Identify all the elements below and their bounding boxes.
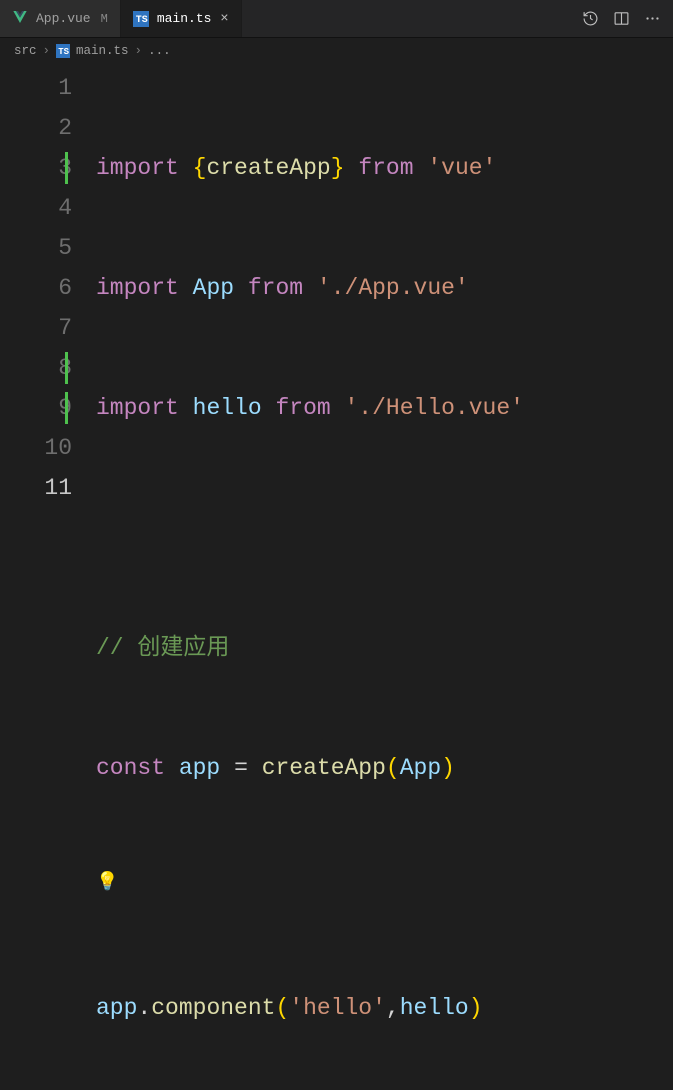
close-icon[interactable]: × [219, 12, 229, 26]
code-area[interactable]: import {createApp} from 'vue' import App… [96, 68, 673, 1090]
chevron-right-icon: › [135, 44, 143, 58]
tab-title: main.ts [157, 11, 212, 26]
breadcrumb-tail[interactable]: ... [148, 44, 171, 58]
tab-title: App.vue [36, 11, 91, 26]
chevron-right-icon: › [43, 44, 51, 58]
code-line[interactable]: app.component('hello',hello) [96, 988, 673, 1028]
line-number: 10 [0, 428, 72, 468]
breadcrumb-root[interactable]: src [14, 44, 37, 58]
modified-bar-icon [65, 392, 68, 424]
line-number-gutter: 1 2 3 4 5 6 7 8 9 10 11 [0, 68, 96, 1090]
line-number: 8 [0, 348, 72, 388]
split-editor-icon[interactable] [613, 10, 630, 27]
history-icon[interactable] [582, 10, 599, 27]
more-icon[interactable] [644, 10, 661, 27]
modified-bar-icon [65, 152, 68, 184]
breadcrumb-file[interactable]: main.ts [76, 44, 129, 58]
code-line[interactable] [96, 508, 673, 548]
code-line[interactable]: import App from './App.vue' [96, 268, 673, 308]
code-line[interactable]: import {createApp} from 'vue' [96, 148, 673, 188]
tab-bar: App.vue M TS main.ts × [0, 0, 673, 38]
line-number: 5 [0, 228, 72, 268]
vue-icon [12, 9, 28, 29]
code-line[interactable]: // 创建应用 [96, 628, 673, 668]
line-number: 9 [0, 388, 72, 428]
ts-icon: TS [133, 11, 149, 27]
line-number: 11 [0, 468, 72, 508]
code-line[interactable]: const app = createApp(App) [96, 748, 673, 788]
modified-bar-icon [65, 352, 68, 384]
line-number: 2 [0, 108, 72, 148]
line-number: 7 [0, 308, 72, 348]
tab-main-ts[interactable]: TS main.ts × [121, 0, 243, 37]
line-number: 4 [0, 188, 72, 228]
code-line[interactable]: 💡 [96, 868, 673, 908]
ts-icon: TS [56, 44, 70, 58]
tab-modified-indicator: M [101, 12, 108, 26]
tab-app-vue[interactable]: App.vue M [0, 0, 121, 37]
line-number: 3 [0, 148, 72, 188]
line-number: 6 [0, 268, 72, 308]
editor-actions [570, 0, 673, 37]
lightbulb-icon[interactable]: 💡 [96, 874, 118, 892]
breadcrumb[interactable]: src › TS main.ts › ... [0, 38, 673, 64]
line-number: 1 [0, 68, 72, 108]
code-editor[interactable]: 1 2 3 4 5 6 7 8 9 10 11 import {createAp… [0, 64, 673, 1090]
code-line[interactable]: import hello from './Hello.vue' [96, 388, 673, 428]
